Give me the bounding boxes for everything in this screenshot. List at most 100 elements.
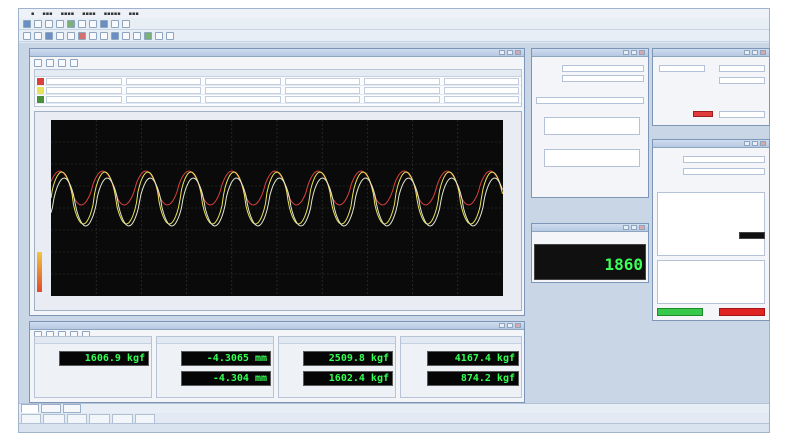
control-field[interactable] bbox=[659, 65, 705, 72]
channel-field[interactable] bbox=[46, 86, 122, 94]
stop-icon[interactable] bbox=[78, 31, 86, 40]
tool-icon[interactable] bbox=[89, 31, 97, 40]
window-close-icon[interactable] bbox=[760, 50, 766, 55]
channel-field[interactable] bbox=[125, 77, 201, 85]
settings-tabs[interactable] bbox=[536, 97, 644, 104]
digital-display: 1860 bbox=[534, 244, 646, 280]
stop-button[interactable] bbox=[719, 308, 765, 316]
channel-row[interactable] bbox=[35, 95, 521, 104]
parameter-field[interactable] bbox=[683, 156, 765, 163]
print-icon[interactable] bbox=[56, 19, 64, 28]
window-titlebar[interactable] bbox=[532, 49, 648, 57]
chart-icon[interactable] bbox=[100, 19, 108, 28]
channel-field[interactable] bbox=[284, 95, 360, 103]
control-field[interactable] bbox=[719, 111, 765, 118]
window-minimize-icon[interactable] bbox=[744, 141, 750, 146]
new-icon[interactable] bbox=[23, 19, 31, 28]
window-maximize-icon[interactable] bbox=[507, 50, 513, 55]
channel-field[interactable] bbox=[364, 77, 440, 85]
window-minimize-icon[interactable] bbox=[499, 323, 505, 328]
parameter-field[interactable] bbox=[683, 168, 765, 175]
channel-row[interactable] bbox=[35, 77, 521, 86]
window-titlebar[interactable] bbox=[532, 224, 648, 232]
channel-field[interactable] bbox=[364, 95, 440, 103]
menu-item[interactable]: ▪▪▪▪▪ bbox=[104, 11, 121, 17]
measurement-readout: 1602.4 kgf bbox=[303, 371, 393, 386]
tool-icon[interactable] bbox=[122, 31, 130, 40]
tool-icon[interactable] bbox=[56, 31, 64, 40]
window-minimize-icon[interactable] bbox=[623, 50, 629, 55]
window-minimize-icon[interactable] bbox=[499, 50, 505, 55]
menu-item[interactable]: ▪▪▪▪ bbox=[82, 11, 96, 17]
channel-field[interactable] bbox=[443, 86, 519, 94]
tab[interactable] bbox=[63, 404, 82, 413]
window-titlebar[interactable] bbox=[653, 49, 769, 57]
window-maximize-icon[interactable] bbox=[752, 141, 758, 146]
window-close-icon[interactable] bbox=[515, 323, 521, 328]
window-close-icon[interactable] bbox=[639, 225, 645, 230]
window-maximize-icon[interactable] bbox=[631, 50, 637, 55]
scope-display[interactable] bbox=[50, 120, 503, 296]
channel-field[interactable] bbox=[443, 95, 519, 103]
control-field[interactable] bbox=[719, 65, 765, 72]
window-titlebar[interactable] bbox=[30, 322, 524, 330]
tool-icon[interactable] bbox=[166, 31, 174, 40]
control-field[interactable] bbox=[719, 77, 765, 84]
channel-field[interactable] bbox=[125, 95, 201, 103]
tool-icon[interactable] bbox=[155, 31, 163, 40]
tab[interactable] bbox=[41, 404, 62, 413]
window-maximize-icon[interactable] bbox=[507, 323, 513, 328]
stop-button[interactable] bbox=[693, 111, 713, 117]
run-icon[interactable] bbox=[67, 19, 75, 28]
tool-icon[interactable] bbox=[46, 59, 54, 67]
menu-item[interactable]: ▪▪▪ bbox=[42, 11, 52, 17]
tool-icon[interactable] bbox=[34, 59, 42, 67]
menu-item[interactable]: ▪▪▪ bbox=[129, 11, 139, 17]
settings-field[interactable] bbox=[562, 75, 644, 82]
channel-field[interactable] bbox=[364, 86, 440, 94]
channel-field[interactable] bbox=[46, 95, 122, 103]
panel-title bbox=[401, 337, 521, 344]
tab[interactable] bbox=[21, 404, 40, 413]
window-titlebar[interactable] bbox=[653, 140, 769, 148]
tool-icon[interactable] bbox=[45, 31, 53, 40]
settings-field[interactable] bbox=[562, 65, 644, 72]
channel-field[interactable] bbox=[205, 86, 281, 94]
tool-icon[interactable] bbox=[100, 31, 108, 40]
window-titlebar[interactable] bbox=[30, 49, 524, 57]
tool-icon[interactable] bbox=[144, 31, 152, 40]
parameter-color[interactable] bbox=[739, 232, 765, 239]
table-icon[interactable] bbox=[111, 19, 119, 28]
tool-icon[interactable] bbox=[111, 31, 119, 40]
menu-item[interactable]: ▪▪▪▪ bbox=[61, 11, 75, 17]
channel-field[interactable] bbox=[205, 95, 281, 103]
settings-icon[interactable] bbox=[78, 19, 86, 28]
start-button[interactable] bbox=[657, 308, 703, 316]
channel-field[interactable] bbox=[46, 77, 122, 85]
window-maximize-icon[interactable] bbox=[752, 50, 758, 55]
zoom-icon[interactable] bbox=[89, 19, 97, 28]
tool-icon[interactable] bbox=[133, 31, 141, 40]
channel-field[interactable] bbox=[443, 77, 519, 85]
window-maximize-icon[interactable] bbox=[631, 225, 637, 230]
save-icon[interactable] bbox=[45, 19, 53, 28]
window-close-icon[interactable] bbox=[760, 141, 766, 146]
channel-row[interactable] bbox=[35, 86, 521, 95]
channel-color-swatch bbox=[37, 77, 44, 85]
help-icon[interactable] bbox=[122, 19, 130, 28]
open-icon[interactable] bbox=[34, 19, 42, 28]
window-close-icon[interactable] bbox=[515, 50, 521, 55]
channel-field[interactable] bbox=[284, 77, 360, 85]
tool-icon[interactable] bbox=[23, 31, 31, 40]
tool-icon[interactable] bbox=[70, 59, 78, 67]
menu-item[interactable]: ▪ bbox=[31, 11, 34, 17]
window-minimize-icon[interactable] bbox=[623, 225, 629, 230]
tool-icon[interactable] bbox=[58, 59, 66, 67]
tool-icon[interactable] bbox=[67, 31, 75, 40]
window-close-icon[interactable] bbox=[639, 50, 645, 55]
window-minimize-icon[interactable] bbox=[744, 50, 750, 55]
channel-field[interactable] bbox=[284, 86, 360, 94]
channel-field[interactable] bbox=[125, 86, 201, 94]
tool-icon[interactable] bbox=[34, 31, 42, 40]
channel-field[interactable] bbox=[205, 77, 281, 85]
